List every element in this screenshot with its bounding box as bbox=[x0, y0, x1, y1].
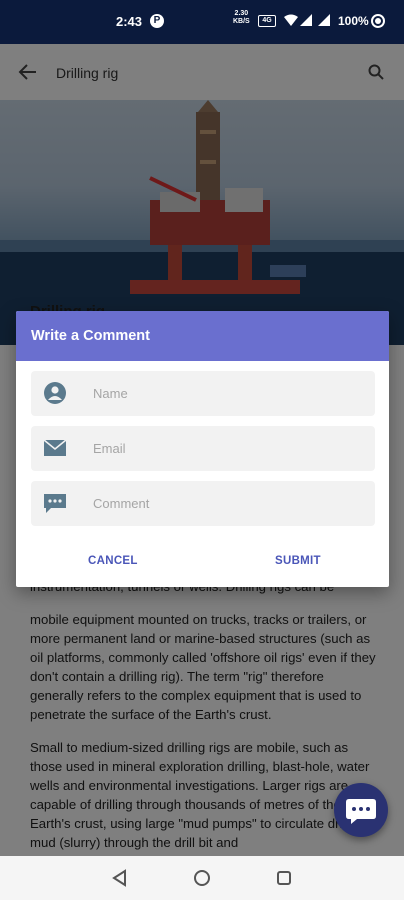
comment-field[interactable] bbox=[31, 481, 375, 526]
wifi-icon bbox=[284, 14, 298, 26]
name-field[interactable] bbox=[31, 371, 375, 416]
comment-input[interactable] bbox=[93, 481, 363, 526]
chat-bubble-icon bbox=[346, 799, 376, 824]
cancel-button[interactable]: CANCEL bbox=[88, 555, 138, 567]
battery-saver-icon bbox=[371, 14, 385, 28]
clock: 2:43 bbox=[116, 14, 143, 29]
network-speed: 2.30 KB/S bbox=[233, 10, 250, 26]
submit-button[interactable]: SUBMIT bbox=[275, 555, 321, 567]
network-speed-value: 2.30 bbox=[234, 10, 249, 17]
notification-p-icon: P bbox=[150, 14, 164, 28]
email-input[interactable] bbox=[93, 426, 363, 471]
comment-icon bbox=[44, 494, 66, 513]
home-circle-icon[interactable] bbox=[192, 868, 212, 888]
network-speed-unit: KB/S bbox=[233, 18, 250, 25]
dialog-title: Write a Comment bbox=[16, 311, 389, 361]
person-icon bbox=[44, 382, 66, 404]
signal-2-icon bbox=[318, 14, 330, 26]
status-bar: 2:43 P 2.30 KB/S 4G 100% bbox=[0, 0, 404, 44]
mail-icon bbox=[43, 439, 67, 456]
signal-icon bbox=[300, 14, 312, 26]
battery-level: 100% bbox=[338, 14, 369, 28]
recents-square-icon[interactable] bbox=[274, 868, 294, 888]
system-nav-bar bbox=[0, 856, 404, 900]
email-field[interactable] bbox=[31, 426, 375, 471]
comment-dialog: Write a Comment CANCEL SUBMIT bbox=[16, 311, 389, 587]
chat-fab-button[interactable] bbox=[334, 783, 388, 837]
back-triangle-icon[interactable] bbox=[110, 868, 130, 888]
name-input[interactable] bbox=[93, 371, 363, 416]
sim-4g-icon: 4G bbox=[258, 15, 276, 27]
